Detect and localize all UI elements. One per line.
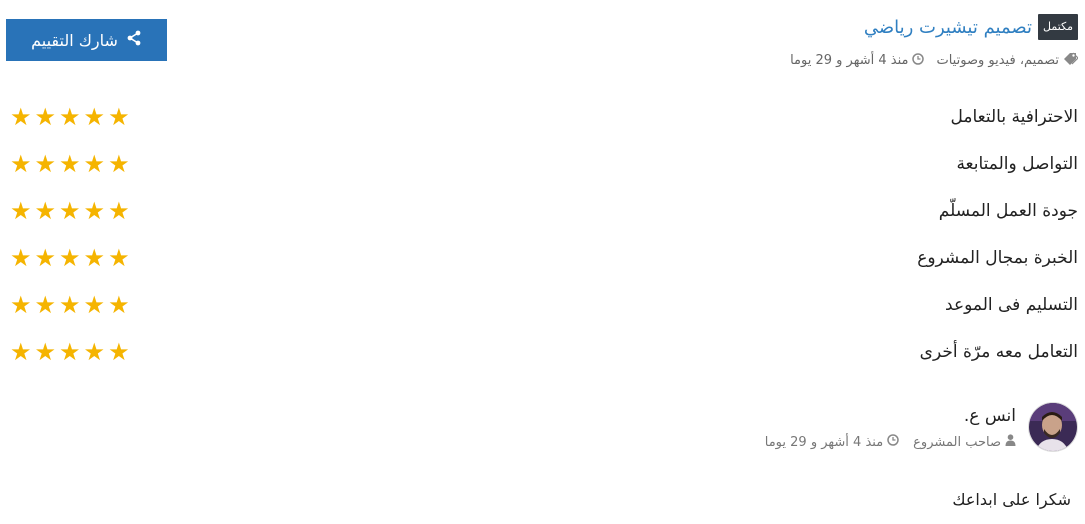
star-icon: ★ [59,102,81,131]
star-icon: ★ [108,196,130,225]
star-icon: ★ [59,196,81,225]
project-meta: تصميم، فيديو وصوتيات منذ 4 أشهر و 29 يوم… [790,52,1079,69]
star-icon: ★ [83,337,106,366]
star-icon: ★ [83,290,106,319]
clock-icon [887,434,899,450]
share-rating-button[interactable]: شارك التقييم [6,19,167,61]
reviewer-name[interactable]: انس ع. [765,406,1016,426]
rating-row: ★ ★ ★ ★ ★ التسليم فى الموعد [0,281,1085,328]
star-icon: ★ [34,243,57,272]
rating-row: ★ ★ ★ ★ ★ التواصل والمتابعة [0,140,1085,187]
tags-icon [1063,52,1079,69]
star-rating: ★ ★ ★ ★ ★ [10,199,130,223]
star-icon: ★ [34,337,57,366]
project-tags: تصميم، فيديو وصوتيات [936,53,1059,68]
star-icon: ★ [34,290,57,319]
review-block: انس ع. صاحب المشروع منذ 4 أشهر و 29 يوما [765,402,1078,452]
title-row: مكتمل تصميم تيشيرت رياضي [790,14,1078,40]
star-icon: ★ [10,243,32,272]
project-title-link[interactable]: تصميم تيشيرت رياضي [864,17,1032,38]
star-icon: ★ [59,337,81,366]
star-rating: ★ ★ ★ ★ ★ [10,293,130,317]
star-icon: ★ [10,102,32,131]
review-comment: شكرا على ابداعك [952,490,1071,509]
star-icon: ★ [108,102,130,131]
rating-row: ★ ★ ★ ★ ★ التعامل معه مرّة أخرى [0,328,1085,375]
reviewer-meta: صاحب المشروع منذ 4 أشهر و 29 يوما [765,434,1016,450]
rating-label: الخبرة بمجال المشروع [917,247,1078,268]
rating-row: ★ ★ ★ ★ ★ جودة العمل المسلّم [0,187,1085,234]
rating-label: جودة العمل المسلّم [938,200,1078,221]
share-button-label: شارك التقييم [31,30,118,50]
star-icon: ★ [34,149,57,178]
rating-row: ★ ★ ★ ★ ★ الاحترافية بالتعامل [0,93,1085,140]
star-icon: ★ [108,149,130,178]
star-icon: ★ [59,290,81,319]
star-icon: ★ [108,337,130,366]
rating-label: الاحترافية بالتعامل [950,106,1078,127]
star-icon: ★ [83,196,106,225]
star-icon: ★ [10,337,32,366]
rating-row: ★ ★ ★ ★ ★ الخبرة بمجال المشروع [0,234,1085,281]
star-icon: ★ [34,196,57,225]
star-icon: ★ [83,149,106,178]
star-rating: ★ ★ ★ ★ ★ [10,340,130,364]
star-rating: ★ ★ ★ ★ ★ [10,152,130,176]
project-header: مكتمل تصميم تيشيرت رياضي تصميم، فيديو وص… [790,14,1079,69]
rating-label: التواصل والمتابعة [956,153,1078,174]
ratings-list: ★ ★ ★ ★ ★ الاحترافية بالتعامل ★ ★ ★ ★ ★ التواصل … [0,93,1085,375]
star-icon: ★ [10,290,32,319]
star-icon: ★ [10,149,32,178]
star-rating: ★ ★ ★ ★ ★ [10,246,130,270]
review-time: منذ 4 أشهر و 29 يوما [764,434,884,450]
clock-icon [912,52,925,69]
rating-label: التسليم فى الموعد [945,294,1078,315]
star-icon: ★ [83,243,106,272]
status-badge: مكتمل [1038,14,1078,40]
star-icon: ★ [108,243,130,272]
star-icon: ★ [10,196,32,225]
star-icon: ★ [59,149,81,178]
share-icon [126,30,142,50]
avatar[interactable] [1028,402,1078,452]
reviewer-info: انس ع. صاحب المشروع منذ 4 أشهر و 29 يوما [765,402,1016,452]
star-rating: ★ ★ ★ ★ ★ [10,105,130,129]
star-icon: ★ [34,102,57,131]
star-icon: ★ [108,290,130,319]
reviewer-role: صاحب المشروع [913,434,1001,450]
rating-label: التعامل معه مرّة أخرى [919,341,1078,362]
project-time: منذ 4 أشهر و 29 يوما [790,53,909,68]
star-icon: ★ [59,243,81,272]
user-icon [1005,434,1016,450]
star-icon: ★ [83,102,106,131]
